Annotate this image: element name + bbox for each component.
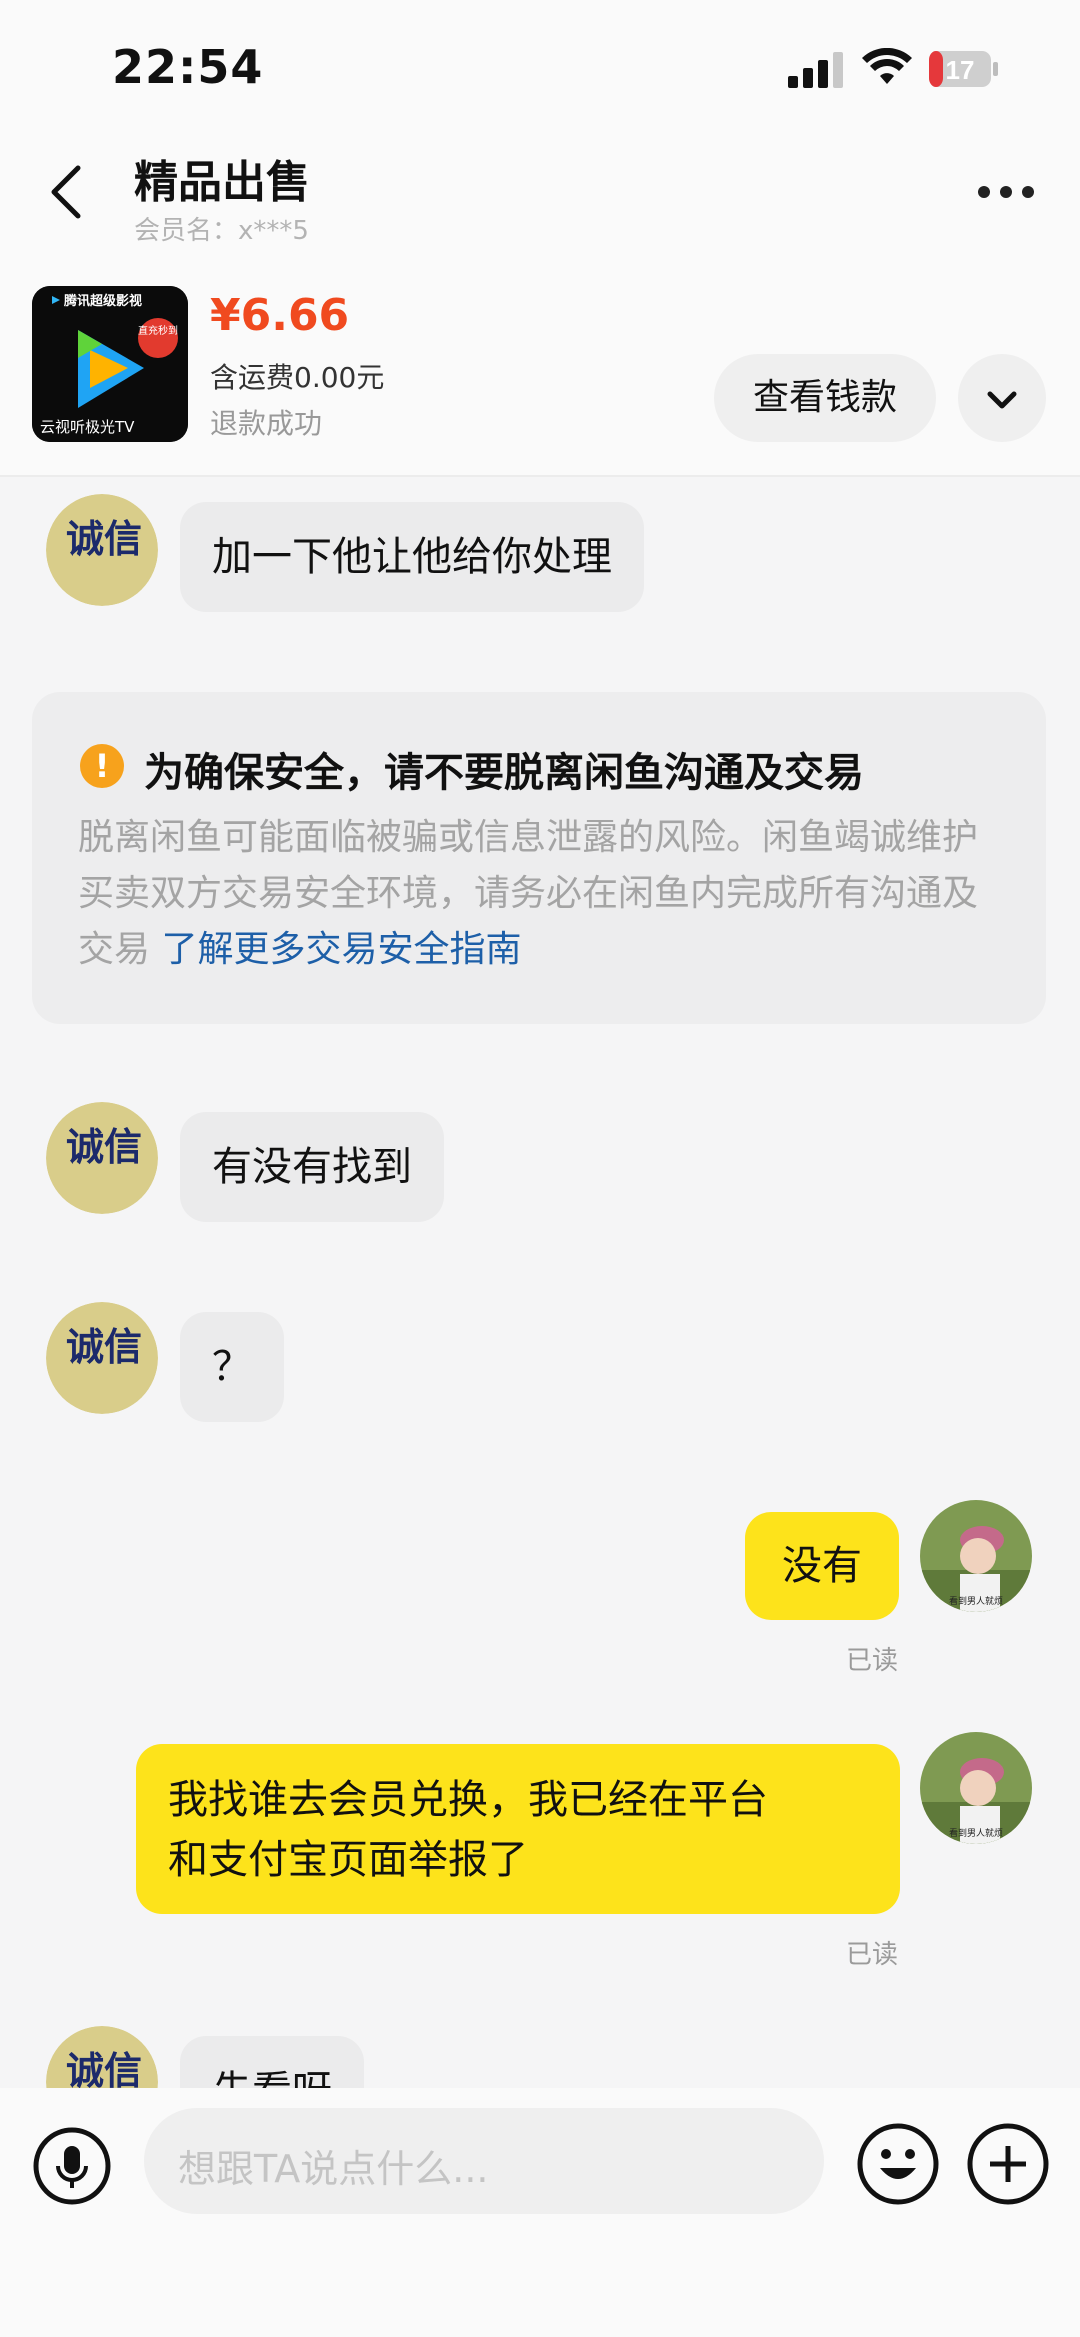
message-bubble: 有没有找到 [180,1112,444,1222]
svg-text:看到男人就烦: 看到男人就烦 [949,1595,1003,1607]
message-input[interactable]: 想跟TA说点什么... [144,2108,824,2214]
microphone-icon[interactable] [32,2126,112,2206]
emoji-icon[interactable] [856,2122,940,2206]
product-thumbnail[interactable]: 腾讯超级影视 直充秒到 云视听极光TV [32,286,188,442]
product-card[interactable]: 腾讯超级影视 直充秒到 云视听极光TV ¥6.66 含运费0.00元 退款成功 … [0,250,1080,477]
seller-avatar[interactable]: 诚信 [46,494,158,606]
battery-icon: 17 [929,51,998,87]
read-status: 已读 [846,1646,899,1676]
page-title: 精品出售 [134,157,310,208]
my-avatar[interactable]: 看到男人就烦 [920,1500,1032,1612]
safety-notice: ! 为确保安全，请不要脱离闲鱼沟通及交易 脱离闲鱼可能面临被骗或信息泄露的风险。… [32,692,1046,1024]
svg-text:诚信: 诚信 [66,1324,142,1369]
battery-level: 17 [946,55,975,85]
message-bubble: ？ [180,1312,284,1422]
expand-button[interactable] [958,354,1046,442]
message-bubble: 我找谁去会员兑换，我已经在平台 和支付宝页面举报了 [136,1744,900,1914]
calligraphy-avatar-icon: 诚信 [46,1102,158,1214]
refund-status: 退款成功 [210,407,323,440]
thumb-bottom-text: 云视听极光TV [40,418,135,436]
input-bar: 想跟TA说点什么... [0,2088,1080,2337]
chevron-down-icon [987,391,1017,409]
member-name: 会员名：x***5 [134,216,309,246]
chat-header: 精品出售 会员名：x***5 [0,130,1080,250]
seller-avatar[interactable]: 诚信 [46,1302,158,1414]
read-status: 已读 [846,1940,899,1970]
svg-text:诚信: 诚信 [66,2048,142,2093]
shipping-fee: 含运费0.00元 [210,361,385,394]
notice-title: 为确保安全，请不要脱离闲鱼沟通及交易 [144,750,864,796]
svg-text:诚信: 诚信 [66,516,142,561]
message-line: 我找谁去会员兑换，我已经在平台 [168,1777,768,1823]
input-placeholder: 想跟TA说点什么... [178,2147,489,2191]
clock: 22:54 [112,40,264,94]
back-arrow-icon[interactable] [42,162,92,222]
price: ¥6.66 [210,290,350,341]
status-bar: 22:54 17 [0,0,1080,130]
cellular-signal-icon [788,52,843,88]
more-options-icon[interactable] [976,182,1036,202]
svg-text:看到男人就烦: 看到男人就烦 [949,1827,1003,1839]
girl-photo-avatar-icon: 看到男人就烦 [920,1732,1032,1844]
wifi-icon [862,48,912,84]
view-payment-button[interactable]: 查看钱款 [714,354,936,442]
seller-avatar[interactable]: 诚信 [46,1102,158,1214]
girl-photo-avatar-icon: 看到男人就烦 [920,1500,1032,1612]
warning-icon: ! [80,744,124,788]
svg-text:诚信: 诚信 [66,1124,142,1169]
safety-guide-link[interactable]: 了解更多交易安全指南 [161,929,521,970]
thumb-top-text: 腾讯超级影视 [63,293,142,309]
notice-body: 脱离闲鱼可能面临被骗或信息泄露的风险。闲鱼竭诚维护买卖双方交易安全环境，请务必在… [78,810,998,978]
tencent-video-logo-icon: 腾讯超级影视 直充秒到 云视听极光TV [32,286,188,442]
calligraphy-avatar-icon: 诚信 [46,1302,158,1414]
thumb-badge: 直充秒到 [138,324,178,337]
plus-icon[interactable] [966,2122,1050,2206]
my-avatar[interactable]: 看到男人就烦 [920,1732,1032,1844]
message-line: 和支付宝页面举报了 [168,1837,528,1883]
message-bubble: 没有 [745,1512,899,1620]
message-bubble: 加一下他让他给你处理 [180,502,644,612]
calligraphy-avatar-icon: 诚信 [46,494,158,606]
